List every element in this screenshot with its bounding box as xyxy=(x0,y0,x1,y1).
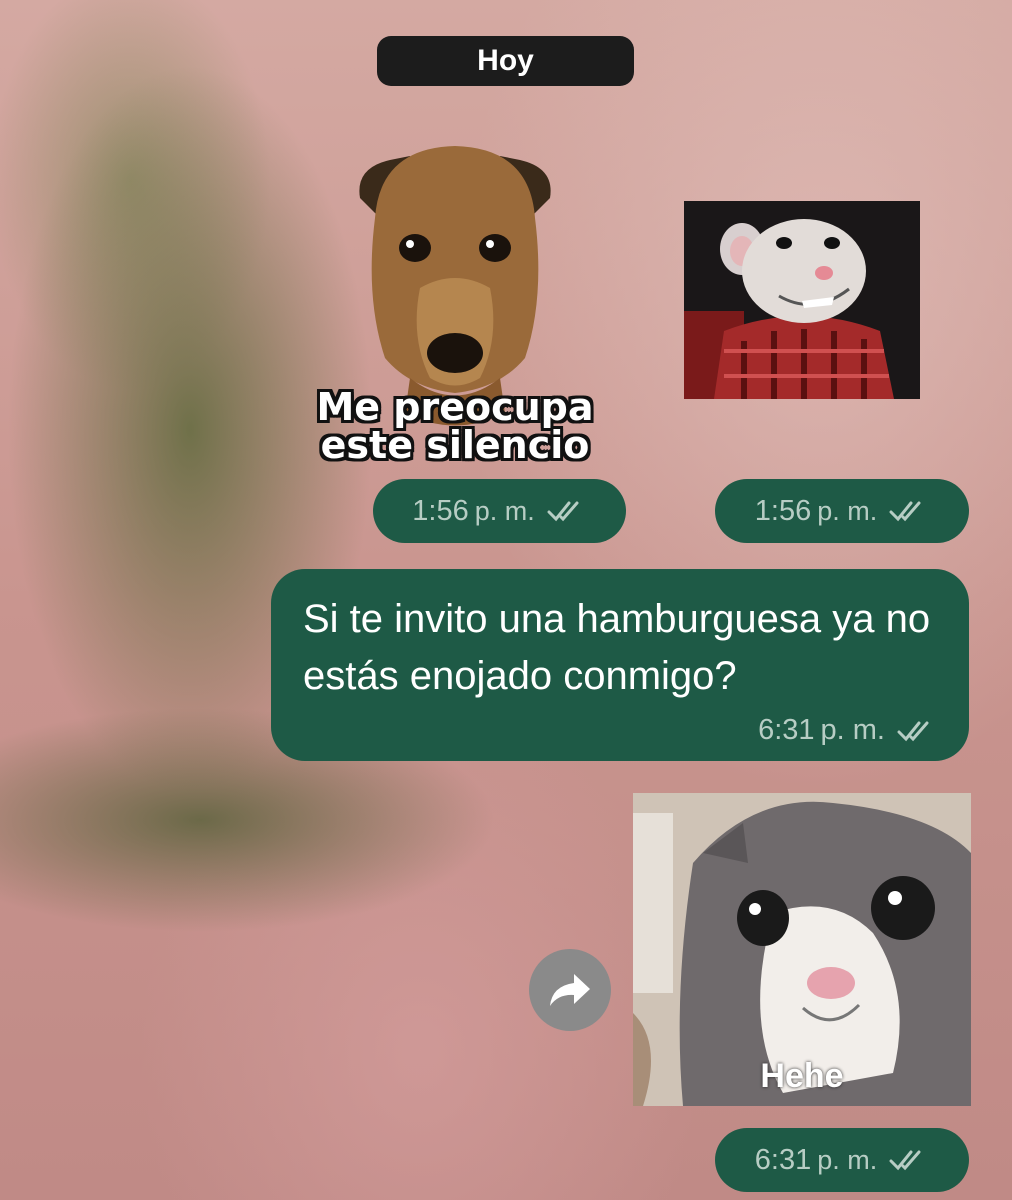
timestamp-time: 1:56 xyxy=(412,494,469,527)
timestamp-meridiem: p. m. xyxy=(474,495,535,526)
double-check-icon xyxy=(547,501,579,522)
double-check-icon xyxy=(889,501,921,522)
timestamp-meridiem: p. m. xyxy=(820,714,885,746)
cat-sticker-caption: Hehe xyxy=(760,1057,844,1095)
timestamp-meridiem: p. m. xyxy=(817,495,878,526)
dog-sticker-caption: Me preocupa este silencio xyxy=(316,385,594,467)
double-check-icon xyxy=(897,721,929,741)
message-timestamp: 1:56 p. m. xyxy=(373,479,626,543)
timestamp-time: 1:56 xyxy=(754,494,812,527)
forward-arrow-icon xyxy=(550,974,590,1006)
date-divider-label: Hoy xyxy=(477,44,534,77)
timestamp-time: 6:31 xyxy=(754,1143,812,1176)
forward-button[interactable] xyxy=(529,949,611,1031)
message-timestamp: 6:31 p. m. xyxy=(715,1128,969,1192)
timestamp-time: 6:31 xyxy=(758,714,815,746)
double-check-icon xyxy=(889,1150,921,1171)
mouse-sticker[interactable] xyxy=(684,201,920,399)
date-divider: Hoy xyxy=(377,36,634,86)
message-timestamp: 6:31 p. m. xyxy=(758,714,937,747)
message-text: Si te invito una hamburguesa ya no estás… xyxy=(303,597,931,698)
dog-sticker[interactable]: Me preocupa este silencio xyxy=(300,138,610,478)
message-timestamp: 1:56 p. m. xyxy=(715,479,969,543)
cat-sticker[interactable]: Hehe xyxy=(633,793,971,1106)
outgoing-message-bubble[interactable]: Si te invito una hamburguesa ya no estás… xyxy=(271,569,969,761)
timestamp-meridiem: p. m. xyxy=(817,1144,878,1175)
mouse-image xyxy=(684,201,920,399)
